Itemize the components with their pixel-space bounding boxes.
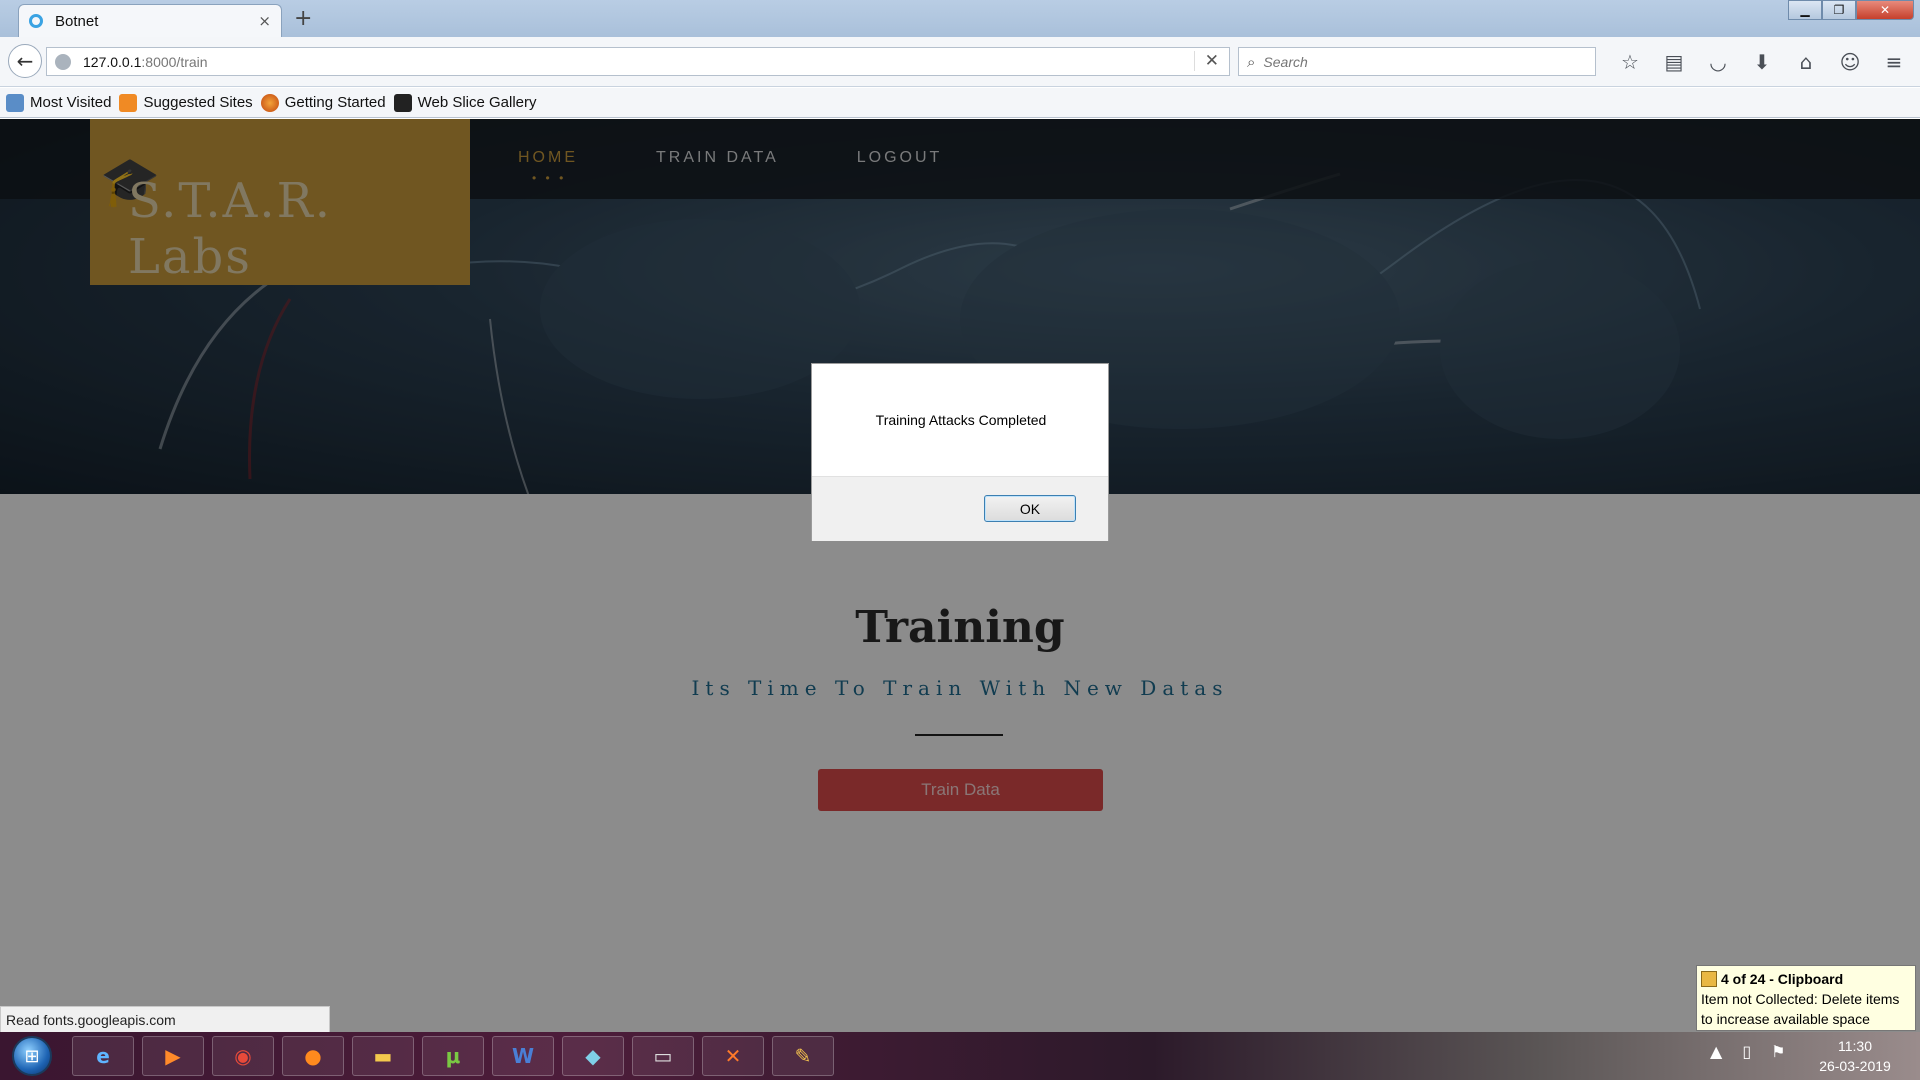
- search-input[interactable]: [1263, 53, 1564, 70]
- windows-logo-icon: ⊞: [24, 1045, 40, 1067]
- file-explorer-icon[interactable]: ▬: [352, 1036, 414, 1076]
- notification-title: 4 of 24 - Clipboard: [1721, 971, 1844, 987]
- alert-footer: OK: [812, 476, 1108, 541]
- site-identity-icon[interactable]: [55, 53, 71, 70]
- tab-bar: Botnet × + ▁ ❐ ✕: [0, 0, 1920, 37]
- alert-message: Training Attacks Completed: [875, 412, 1047, 428]
- loading-icon: [29, 14, 43, 28]
- clipboard-icon: [1701, 971, 1717, 987]
- navigation-toolbar: ← 127.0.0.1 :8000/train ✕ ⌕ ☆ ▤ ◡ ⬇ ⌂ ☺ …: [0, 37, 1920, 87]
- arrow-left-icon: ←: [16, 49, 34, 73]
- word-icon[interactable]: W: [492, 1036, 554, 1076]
- modal-overlay: [0, 119, 1920, 1032]
- close-tab-icon[interactable]: ×: [258, 12, 271, 30]
- close-window-button[interactable]: ✕: [1856, 0, 1914, 20]
- bookmark-label: Web Slice Gallery: [417, 94, 537, 111]
- notepad-icon[interactable]: ◆: [562, 1036, 624, 1076]
- reading-list-icon[interactable]: ▤: [1652, 47, 1696, 77]
- utorrent-icon[interactable]: μ: [422, 1036, 484, 1076]
- url-path: :8000/train: [141, 53, 208, 70]
- menu-icon[interactable]: ≡: [1872, 47, 1916, 77]
- new-tab-button[interactable]: +: [294, 6, 312, 31]
- xampp-icon[interactable]: ✕: [702, 1036, 764, 1076]
- system-clock[interactable]: 11:30 26-03-2019: [1800, 1036, 1910, 1076]
- bookmark-star-icon[interactable]: ☆: [1608, 47, 1652, 77]
- bookmarks-bar: Most Visited Suggested Sites Getting Sta…: [0, 88, 1920, 118]
- browser-tab[interactable]: Botnet ×: [18, 4, 282, 37]
- search-icon: ⌕: [1247, 52, 1256, 71]
- bookmark-most-visited[interactable]: Most Visited: [6, 93, 112, 112]
- toolbar-icons: ☆ ▤ ◡ ⬇ ⌂ ☺ ≡: [1608, 47, 1916, 77]
- firefox-icon: [260, 93, 279, 112]
- start-button[interactable]: ⊞: [12, 1036, 52, 1076]
- bookmark-suggested-sites[interactable]: Suggested Sites: [119, 93, 253, 112]
- clipboard-notification[interactable]: 4 of 24 - Clipboard Item not Collected: …: [1696, 965, 1916, 1031]
- show-hidden-icons-icon[interactable]: ▲: [1710, 1042, 1722, 1061]
- clock-time: 11:30: [1838, 1038, 1872, 1054]
- url-bar[interactable]: 127.0.0.1 :8000/train ✕: [46, 47, 1230, 76]
- paint-icon[interactable]: ✎: [772, 1036, 834, 1076]
- page: Botnet × + ▁ ❐ ✕ ← 127.0.0.1 :8000/train…: [0, 0, 1920, 1080]
- window-controls: ▁ ❐ ✕: [1788, 0, 1914, 20]
- bookmark-label: Getting Started: [284, 94, 386, 111]
- tab-title: Botnet: [55, 12, 99, 30]
- clock-date: 26-03-2019: [1819, 1058, 1891, 1074]
- chrome-icon[interactable]: ◉: [212, 1036, 274, 1076]
- suggested-sites-icon: [119, 93, 138, 112]
- system-tray: ▲ ▯ ⚑: [1710, 1042, 1785, 1061]
- notification-line: to increase available space: [1701, 1011, 1870, 1027]
- command-prompt-icon[interactable]: ▭: [632, 1036, 694, 1076]
- bookmark-label: Most Visited: [30, 94, 112, 111]
- notification-line: Item not Collected: Delete items: [1701, 991, 1900, 1007]
- alert-dialog: Training Attacks Completed OK: [811, 363, 1109, 541]
- bookmark-getting-started[interactable]: Getting Started: [260, 93, 386, 112]
- notification-title-row: 4 of 24 - Clipboard: [1701, 969, 1911, 989]
- bookmark-label: Suggested Sites: [143, 94, 253, 111]
- most-visited-icon: [6, 93, 24, 112]
- media-player-icon[interactable]: ▶: [142, 1036, 204, 1076]
- web-viewport: 🎓 S.T.A.R. Labs HOME • • • TRAIN DATA LO…: [0, 119, 1920, 1032]
- web-slice-icon: [393, 93, 412, 112]
- home-icon[interactable]: ⌂: [1784, 47, 1828, 77]
- ok-button[interactable]: OK: [984, 495, 1076, 522]
- search-bar[interactable]: ⌕: [1238, 47, 1596, 76]
- pocket-icon[interactable]: ◡: [1696, 47, 1740, 77]
- maximize-button[interactable]: ❐: [1822, 0, 1856, 20]
- smiley-icon[interactable]: ☺: [1828, 47, 1872, 77]
- firefox-taskbar-icon[interactable]: ●: [282, 1036, 344, 1076]
- device-icon[interactable]: ▯: [1742, 1042, 1751, 1061]
- minimize-button[interactable]: ▁: [1788, 0, 1822, 20]
- browser-status-bar: Read fonts.googleapis.com: [0, 1006, 330, 1033]
- bookmark-web-slice-gallery[interactable]: Web Slice Gallery: [393, 93, 537, 112]
- internet-explorer-icon[interactable]: e: [72, 1036, 134, 1076]
- clear-url-icon[interactable]: ✕: [1193, 51, 1219, 71]
- taskbar: ⊞ e ▶ ◉ ● ▬ μ W ◆ ▭ ✕ ✎ ▲ ▯ ⚑ 11:30 26-0…: [0, 1032, 1920, 1080]
- back-button[interactable]: ←: [8, 44, 42, 78]
- action-center-flag-icon[interactable]: ⚑: [1771, 1042, 1785, 1061]
- url-host: 127.0.0.1: [83, 53, 142, 70]
- download-icon[interactable]: ⬇: [1740, 47, 1784, 77]
